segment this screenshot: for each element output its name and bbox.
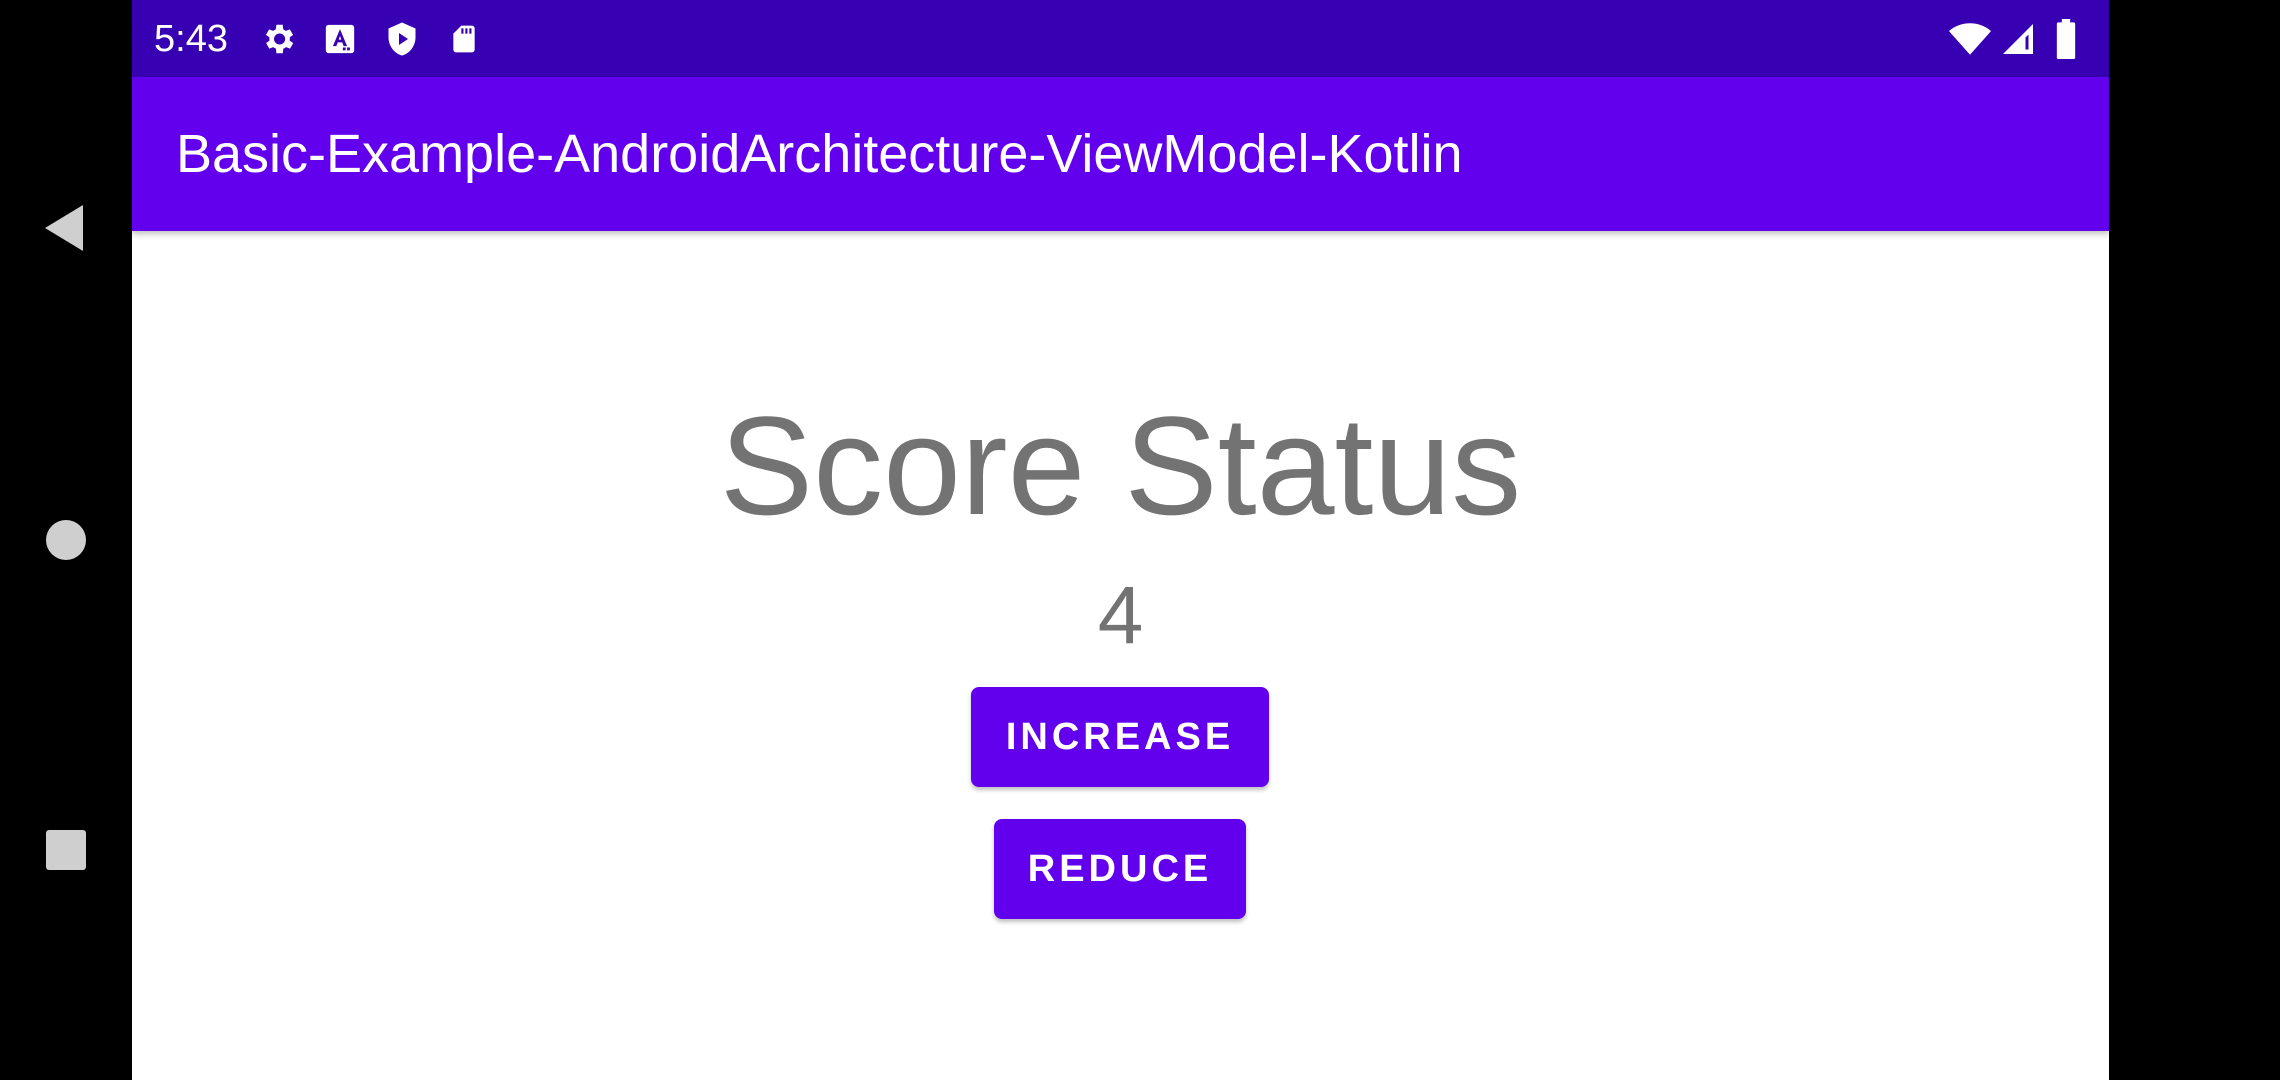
app-screen: 5:43 Basic-Example-AndroidArchitecture-V… [132,0,2109,1080]
cell-signal-icon [1997,18,2039,60]
screen-edge [2109,0,2280,1080]
score-value: 4 [1097,570,1144,661]
font-a-icon [319,18,361,60]
back-icon [45,205,83,251]
home-icon [46,520,86,560]
home-button[interactable] [0,480,132,600]
sd-card-icon [443,18,485,60]
main-content: Score Status 4 INCREASE REDUCE [132,231,2109,1080]
app-toolbar: Basic-Example-AndroidArchitecture-ViewMo… [132,77,2109,231]
gear-icon [257,18,299,60]
notification-icons [257,18,485,60]
back-button[interactable] [0,168,132,288]
play-protect-icon [381,18,423,60]
reduce-button[interactable]: REDUCE [994,819,1246,919]
increase-button[interactable]: INCREASE [971,687,1269,787]
status-bar: 5:43 [132,0,2109,77]
battery-icon [2045,18,2087,60]
score-heading: Score Status [719,387,1522,544]
status-time: 5:43 [154,18,228,60]
device-frame: 5:43 Basic-Example-AndroidArchitecture-V… [0,0,2280,1080]
app-title: Basic-Example-AndroidArchitecture-ViewMo… [176,124,1463,184]
system-navigation-bar [0,0,132,1080]
recents-icon [46,830,86,870]
system-status-icons [1949,18,2087,60]
recents-button[interactable] [0,790,132,910]
wifi-icon [1949,18,1991,60]
